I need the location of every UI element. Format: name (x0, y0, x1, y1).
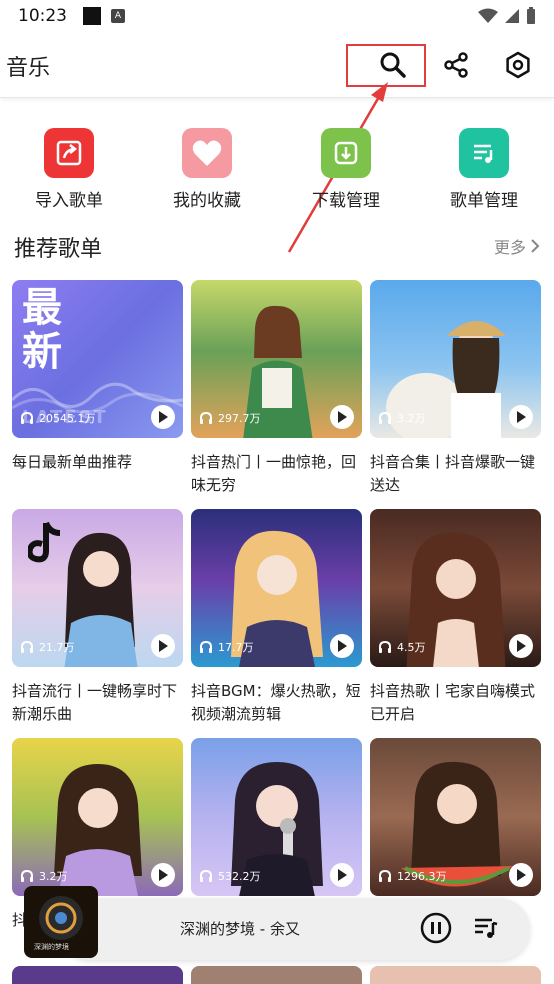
play-button[interactable] (509, 634, 533, 658)
play-count-value: 21.7万 (39, 641, 75, 654)
play-count-value: 297.7万 (218, 412, 261, 425)
album-art: 深渊的梦境 (24, 886, 98, 958)
playlist-cover-peek (370, 966, 541, 984)
quick-action-playlists[interactable]: 歌单管理 (429, 128, 539, 211)
more-label: 更多 (493, 238, 526, 257)
play-button[interactable] (151, 634, 175, 658)
play-icon (338, 869, 347, 881)
headphones-icon (21, 411, 33, 424)
chevron-right-icon (531, 239, 540, 253)
playlist-card[interactable]: 21.7万 抖音流行丨一键畅享时下新潮乐曲 (12, 509, 183, 726)
headphones-icon (200, 411, 212, 424)
headphones-icon (379, 640, 391, 653)
play-count: 20545.1万 (20, 410, 96, 426)
play-count: 17.7万 (199, 639, 254, 655)
playlist-card[interactable]: 297.7万 抖音热门丨一曲惊艳，回味无穷 (191, 280, 362, 497)
playlist-card[interactable]: 最 新 LATEST 20545.1万 每日最新单曲推荐 (12, 280, 183, 497)
playlist-cover: 4.5万 (370, 509, 541, 667)
play-count-value: 17.7万 (218, 641, 254, 654)
now-playing-title: 深渊的梦境 - 余又 (180, 920, 300, 938)
headphones-icon (200, 869, 212, 882)
play-icon (517, 411, 526, 423)
playlist-title: 抖音合集丨抖音爆歌一键送达 (370, 453, 536, 494)
headphones-icon (379, 869, 391, 882)
playlist-cover-peek (191, 966, 362, 984)
play-count-value: 3.2万 (397, 412, 426, 425)
playlist-cover: 1296.3万 (370, 738, 541, 896)
play-icon (517, 869, 526, 881)
play-button[interactable] (509, 405, 533, 429)
quick-action-label: 导入歌单 (35, 191, 103, 211)
play-count: 21.7万 (20, 639, 75, 655)
playlist-cover: 最 新 LATEST 20545.1万 (12, 280, 183, 438)
playlist-card[interactable]: 4.5万 抖音热歌丨宅家自嗨模式已开启 (370, 509, 541, 726)
quick-action-downloads[interactable]: 下载管理 (291, 128, 401, 211)
pause-icon (420, 912, 452, 944)
playlist-icon (459, 128, 509, 178)
playlist-card[interactable]: 3.2万 抖音合集丨抖音爆歌一键送达 (370, 280, 541, 497)
pause-button[interactable] (420, 912, 452, 948)
playlist-cover: 3.2万 (370, 280, 541, 438)
playlist-cover-peek (12, 966, 183, 984)
quick-actions: 导入歌单 我的收藏 下载管理 歌单管理 (0, 128, 554, 214)
play-count-value: 20545.1万 (39, 412, 96, 425)
quick-action-favorites[interactable]: 我的收藏 (152, 128, 262, 211)
play-icon (338, 640, 347, 652)
quick-action-label: 下载管理 (312, 191, 380, 211)
headphones-icon (200, 640, 212, 653)
album-art-text: 深渊的梦境 (34, 943, 69, 951)
heart-icon (182, 128, 232, 178)
playlist-card[interactable]: 17.7万 抖音BGM：爆火热歌，短视频潮流剪辑 (191, 509, 362, 726)
playlist-cover: 532.2万 (191, 738, 362, 896)
play-icon (338, 411, 347, 423)
playlist-cover: 3.2万 (12, 738, 183, 896)
play-count: 3.2万 (378, 410, 426, 426)
play-button[interactable] (151, 405, 175, 429)
playlist-title: 抖音热歌丨宅家自嗨模式已开启 (370, 682, 536, 723)
playlist-title: 抖音BGM：爆火热歌，短视频潮流剪辑 (191, 682, 361, 723)
playlist-cover: 21.7万 (12, 509, 183, 667)
playlist-cover: 297.7万 (191, 280, 362, 438)
mini-player[interactable]: 深渊的梦境 深渊的梦境 - 余又 (20, 882, 530, 960)
play-count-value: 4.5万 (397, 641, 426, 654)
playlist-queue-icon (475, 918, 498, 938)
play-count: 297.7万 (199, 410, 261, 426)
playlist-title: 抖音流行丨一键畅享时下新潮乐曲 (12, 682, 178, 723)
quick-action-label: 歌单管理 (450, 191, 518, 211)
quick-action-label: 我的收藏 (173, 191, 241, 211)
playlist-cover: 17.7万 (191, 509, 362, 667)
play-icon (517, 640, 526, 652)
import-icon (44, 128, 94, 178)
cover-text: 最 新 (22, 285, 62, 375)
play-count: 4.5万 (378, 639, 426, 655)
play-button[interactable] (330, 405, 354, 429)
headphones-icon (21, 640, 33, 653)
playlist-title: 抖音热门丨一曲惊艳，回味无穷 (191, 453, 357, 494)
play-button[interactable] (330, 634, 354, 658)
play-icon (159, 869, 168, 881)
headphones-icon (21, 869, 33, 882)
section-title: 推荐歌单 (14, 237, 103, 262)
playlist-title: 每日最新单曲推荐 (12, 453, 133, 471)
more-link[interactable]: 更多 (494, 234, 540, 258)
play-icon (159, 411, 168, 423)
download-icon (321, 128, 371, 178)
playlist-queue-button[interactable] (472, 914, 500, 946)
play-icon (159, 640, 168, 652)
headphones-icon (379, 411, 391, 424)
quick-action-import[interactable]: 导入歌单 (14, 128, 124, 211)
